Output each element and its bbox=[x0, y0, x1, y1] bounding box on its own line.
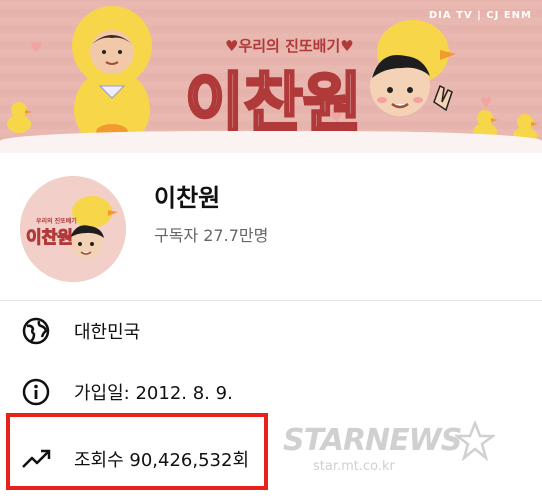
duck-costume-illustration bbox=[72, 6, 152, 149]
banner-bottom-edge bbox=[0, 131, 542, 153]
cartoon-character-illustration bbox=[370, 20, 456, 116]
avatar-title: 이찬원 bbox=[26, 228, 74, 249]
info-icon bbox=[20, 376, 52, 408]
info-row-country: 대한민국 bbox=[20, 314, 140, 348]
channel-banner: ♥ ♥ ♥ ♥ DIA TV | CJ ENM ♥우리의 진또배기♥ 이찬원 bbox=[0, 0, 542, 153]
channel-avatar[interactable]: 우리의 진또배기 이찬원 bbox=[20, 176, 126, 282]
divider bbox=[0, 300, 542, 301]
watermark-logo: STARNEWS bbox=[283, 423, 462, 458]
highlight-box bbox=[6, 413, 268, 490]
country-text: 대한민국 bbox=[74, 322, 141, 343]
heart-decoration: ♥ bbox=[30, 40, 43, 56]
watermark-url: star.mt.co.kr bbox=[313, 459, 395, 474]
channel-name: 이찬원 bbox=[154, 184, 221, 212]
info-row-joined: 가입일: 2012. 8. 9. bbox=[20, 375, 233, 409]
joined-date-text: 가입일: 2012. 8. 9. bbox=[74, 383, 233, 404]
duckling-icon bbox=[7, 102, 32, 133]
subscriber-count: 구독자 27.7만명 bbox=[154, 226, 269, 245]
globe-icon bbox=[20, 315, 52, 347]
star-icon bbox=[455, 421, 495, 461]
watermark: STARNEWS star.mt.co.kr bbox=[283, 421, 495, 474]
